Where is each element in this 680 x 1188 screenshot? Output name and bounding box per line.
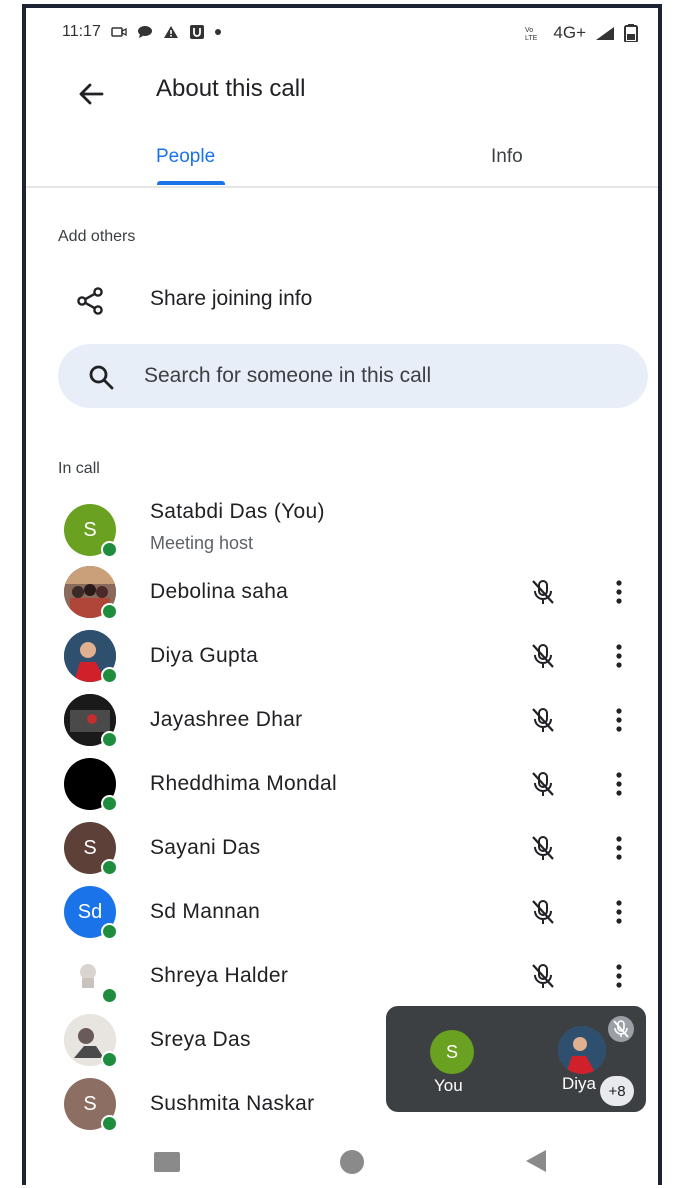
avatar: S: [64, 822, 118, 876]
participant-name: Sd Mannan: [150, 900, 261, 923]
online-status-dot: [101, 987, 118, 1004]
home-button[interactable]: [340, 1150, 364, 1174]
participant-row[interactable]: Shreya Halder: [26, 944, 658, 1008]
photo-avatar: [558, 1026, 606, 1074]
network-type: 4G+: [553, 23, 586, 42]
participant-row[interactable]: Rheddhima Mondal: [26, 752, 658, 816]
participant-name: Diya Gupta: [150, 644, 259, 667]
more-options-icon[interactable]: [614, 833, 624, 863]
avatar: S: [64, 504, 118, 558]
avatar: [64, 950, 118, 1004]
share-joining-info-button[interactable]: Share joining info: [58, 273, 638, 329]
mic-off-icon[interactable]: [528, 833, 558, 863]
mic-off-icon: [613, 1020, 629, 1038]
participant-row[interactable]: Debolina saha: [26, 560, 658, 624]
avatar: S: [64, 1078, 118, 1132]
participant-row[interactable]: Jayashree Dhar: [26, 688, 658, 752]
tab-people[interactable]: People: [156, 146, 215, 168]
page-title: About this call: [156, 75, 306, 102]
participant-name: Sreya Das: [150, 1028, 251, 1051]
participant-mic-off-badge: [608, 1016, 634, 1042]
more-options-icon[interactable]: [614, 961, 624, 991]
participant-name: Jayashree Dhar: [150, 708, 303, 731]
participant-name: Sushmita Naskar: [150, 1092, 315, 1115]
share-icon: [77, 287, 103, 315]
participant-name: Shreya Halder: [150, 964, 289, 987]
search-icon: [89, 365, 114, 390]
online-status-dot: [101, 1051, 118, 1068]
app-bar: About this call: [26, 63, 658, 123]
online-status-dot: [101, 923, 118, 940]
mic-off-icon[interactable]: [528, 705, 558, 735]
participant-row[interactable]: Diya Gupta: [26, 624, 658, 688]
search-bar[interactable]: [58, 344, 648, 408]
app-notification-icon: [189, 25, 204, 39]
avatar: [64, 758, 118, 812]
online-status-dot: [101, 603, 118, 620]
avatar-initials: S: [83, 518, 97, 541]
recents-button[interactable]: [154, 1152, 180, 1172]
online-status-dot: [101, 795, 118, 812]
back-arrow-icon[interactable]: [74, 77, 108, 111]
add-others-heading: Add others: [58, 228, 136, 245]
warning-notification-icon: [163, 26, 178, 38]
signal-icon: [596, 27, 614, 40]
tab-bar: People Info: [26, 128, 658, 188]
status-time: 11:17: [62, 23, 101, 40]
video-notification-icon: [111, 27, 127, 37]
online-status-dot: [101, 541, 118, 558]
system-back-icon[interactable]: [522, 1148, 548, 1174]
avatar: [64, 694, 118, 748]
mic-off-icon[interactable]: [528, 769, 558, 799]
online-status-dot: [101, 859, 118, 876]
online-status-dot: [101, 731, 118, 748]
in-call-heading: In call: [58, 460, 100, 477]
avatar: [64, 566, 118, 620]
share-joining-info-label: Share joining info: [150, 287, 313, 310]
avatar-initials: S: [83, 1092, 97, 1115]
svg-text:Vo: Vo: [525, 27, 533, 34]
chat-notification-icon: [137, 26, 152, 38]
more-participants-badge: +8: [600, 1076, 634, 1106]
active-tab-indicator: [157, 181, 225, 185]
self-avatar-initial: S: [445, 1041, 458, 1062]
online-status-dot: [101, 667, 118, 684]
more-options-icon[interactable]: [614, 769, 624, 799]
participant-row[interactable]: S Sayani Das: [26, 816, 658, 880]
svg-text:LTE: LTE: [525, 35, 538, 41]
mic-off-icon[interactable]: [528, 961, 558, 991]
avatar: [64, 1014, 118, 1068]
more-options-icon[interactable]: [614, 641, 624, 671]
system-navigation-bar: [26, 1128, 658, 1188]
avatar: Sd: [64, 886, 118, 940]
more-options-icon[interactable]: [614, 577, 624, 607]
self-label: You: [434, 1076, 463, 1095]
self-avatar: S: [430, 1030, 474, 1074]
more-options-icon[interactable]: [614, 705, 624, 735]
volte-icon: VoLTE: [525, 27, 538, 41]
participant-thumbnail: [558, 1026, 606, 1074]
tab-info[interactable]: Info: [491, 146, 523, 168]
picture-in-picture-call[interactable]: S You Diya +8: [386, 1006, 646, 1112]
mic-off-icon[interactable]: [528, 641, 558, 671]
battery-icon: [624, 24, 638, 42]
participant-thumbnail-label: Diya: [562, 1074, 597, 1093]
participant-name: Sayani Das: [150, 836, 261, 859]
more-options-icon[interactable]: [614, 897, 624, 927]
mic-off-icon[interactable]: [528, 577, 558, 607]
more-notifications-dot-icon: [214, 29, 221, 35]
mic-off-icon[interactable]: [528, 897, 558, 927]
status-bar: 11:17 Vo LTE 4G+: [26, 8, 658, 58]
participant-role: Meeting host: [150, 533, 254, 553]
avatar: [64, 630, 118, 684]
phone-screen: 11:17 Vo LTE 4G+ About this call People I…: [22, 4, 662, 1185]
participant-name: Debolina saha: [150, 580, 289, 603]
participant-row[interactable]: S Satabdi Das (You) Meeting host: [26, 496, 658, 560]
participant-row[interactable]: Sd Sd Mannan: [26, 880, 658, 944]
participant-name: Satabdi Das (You): [150, 500, 325, 523]
avatar-initials: S: [83, 836, 97, 859]
participant-name: Rheddhima Mondal: [150, 772, 337, 795]
search-input[interactable]: [142, 358, 616, 394]
avatar-initials: Sd: [77, 900, 103, 923]
